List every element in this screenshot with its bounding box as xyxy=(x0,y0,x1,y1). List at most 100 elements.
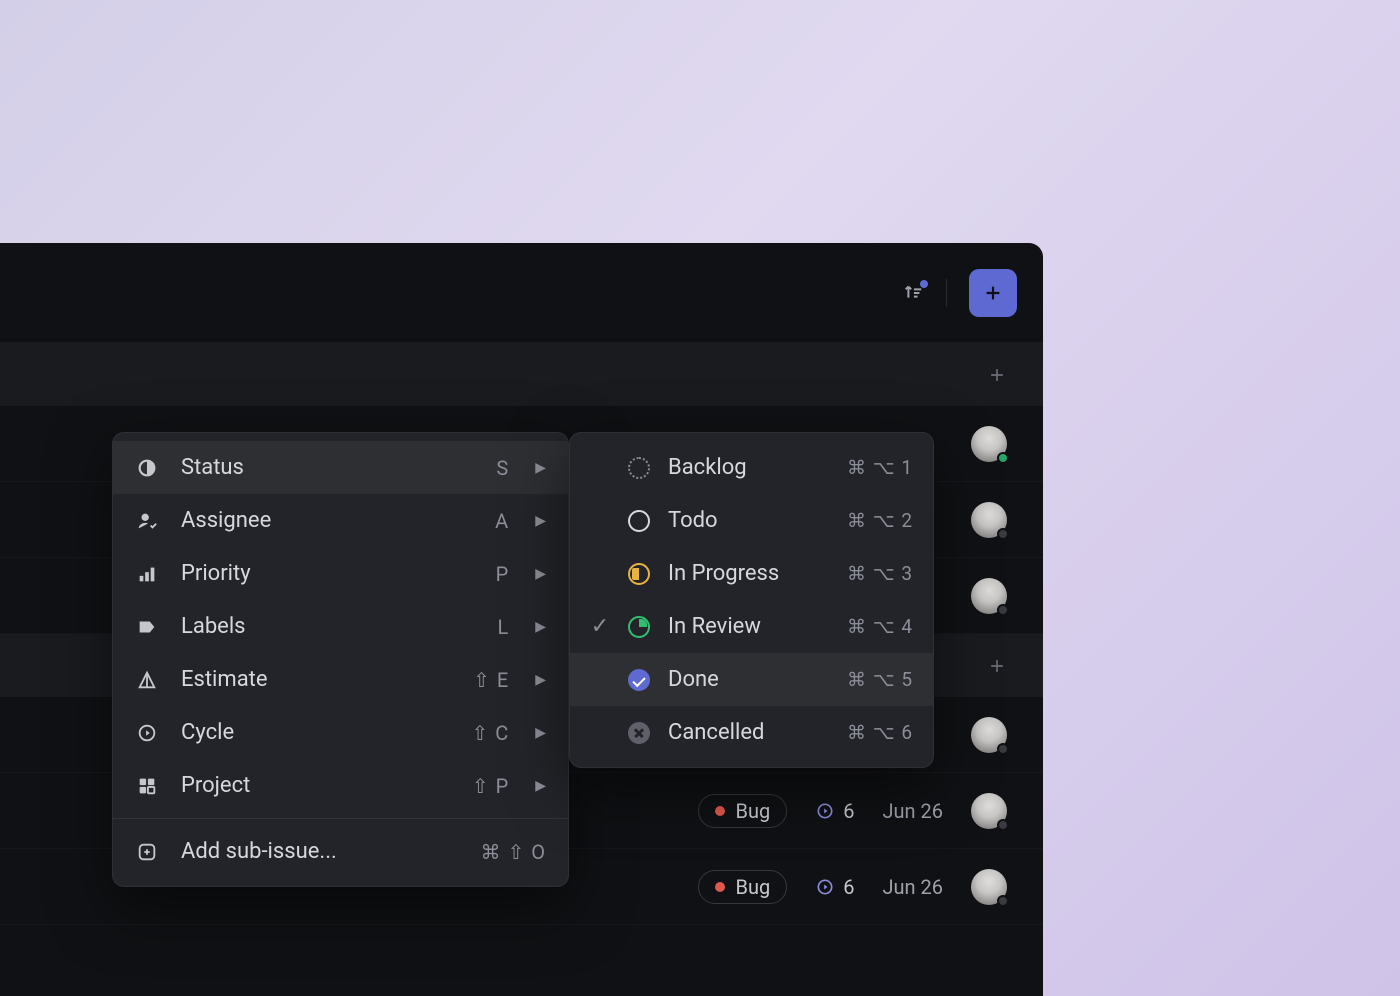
chevron-right-icon: ▶ xyxy=(535,725,546,741)
chevron-right-icon: ▶ xyxy=(535,672,546,688)
status-option-label: Cancelled xyxy=(668,720,829,745)
menu-item-shortcut: ⇧ C xyxy=(471,721,509,745)
menu-item-cycle[interactable]: Cycle ⇧ C ▶ xyxy=(113,706,568,759)
label-tag[interactable]: Bug xyxy=(698,870,787,904)
section-header xyxy=(0,343,1043,406)
assignee-avatar[interactable] xyxy=(971,717,1007,753)
menu-item-shortcut: L xyxy=(497,615,509,639)
status-option-label: Done xyxy=(668,667,829,692)
new-issue-button[interactable] xyxy=(969,269,1017,317)
status-option-label: In Progress xyxy=(668,561,829,586)
menu-item-shortcut: A xyxy=(495,509,509,533)
presence-dot xyxy=(997,604,1009,616)
menu-item-priority[interactable]: Priority P ▶ xyxy=(113,547,568,600)
label-color-dot xyxy=(715,806,725,816)
chevron-right-icon: ▶ xyxy=(535,778,546,794)
status-option-review[interactable]: ✓ In Review ⌘ ⌥ 4 xyxy=(570,600,933,653)
menu-item-label: Estimate xyxy=(181,667,451,692)
cycle-number: 6 xyxy=(843,799,854,823)
label-text: Bug xyxy=(735,875,770,899)
chevron-right-icon: ▶ xyxy=(535,513,546,529)
presence-dot xyxy=(997,452,1009,464)
status-option-shortcut: ⌘ ⌥ 3 xyxy=(847,562,913,585)
menu-item-shortcut: ⌘ ⇧ O xyxy=(481,840,546,864)
menu-item-add-sub-issue[interactable]: Add sub-issue... ⌘ ⇧ O xyxy=(113,825,568,878)
plus-icon xyxy=(982,282,1004,304)
add-issue-to-section[interactable] xyxy=(987,656,1007,676)
status-todo-icon xyxy=(628,510,650,532)
menu-item-shortcut: P xyxy=(496,562,510,586)
indicator-dot xyxy=(920,280,928,288)
sort-button[interactable] xyxy=(902,282,924,304)
menu-item-label: Labels xyxy=(181,614,475,639)
status-option-progress[interactable]: In Progress ⌘ ⌥ 3 xyxy=(570,547,933,600)
check-icon: ✓ xyxy=(590,614,610,639)
status-backlog-icon xyxy=(628,457,650,479)
project-icon xyxy=(135,775,159,797)
status-option-shortcut: ⌘ ⌥ 2 xyxy=(847,509,913,532)
issue-date: Jun 26 xyxy=(882,799,943,823)
presence-dot xyxy=(997,895,1009,907)
menu-item-label: Assignee xyxy=(181,508,473,533)
cycle-icon xyxy=(135,722,159,744)
add-issue-to-section[interactable] xyxy=(987,365,1007,385)
status-option-label: Backlog xyxy=(668,455,829,480)
status-review-icon xyxy=(628,616,650,638)
assignee-avatar[interactable] xyxy=(971,793,1007,829)
toolbar-divider xyxy=(946,279,947,307)
status-option-shortcut: ⌘ ⌥ 6 xyxy=(847,721,913,744)
presence-dot xyxy=(997,819,1009,831)
menu-item-shortcut: ⇧ P xyxy=(472,774,509,798)
status-icon xyxy=(135,457,159,479)
status-option-backlog[interactable]: Backlog ⌘ ⌥ 1 xyxy=(570,441,933,494)
status-option-label: In Review xyxy=(668,614,829,639)
menu-item-labels[interactable]: Labels L ▶ xyxy=(113,600,568,653)
menu-item-label: Add sub-issue... xyxy=(181,839,459,864)
subissue-icon xyxy=(135,841,159,863)
status-option-shortcut: ⌘ ⌥ 4 xyxy=(847,615,913,638)
menu-item-estimate[interactable]: Estimate ⇧ E ▶ xyxy=(113,653,568,706)
cycle-indicator[interactable]: 6 xyxy=(815,799,854,823)
issue-date: Jun 26 xyxy=(882,875,943,899)
toolbar xyxy=(0,243,1043,343)
menu-divider xyxy=(113,818,568,819)
cycle-indicator[interactable]: 6 xyxy=(815,875,854,899)
label-tag[interactable]: Bug xyxy=(698,794,787,828)
status-option-label: Todo xyxy=(668,508,829,533)
presence-dot xyxy=(997,528,1009,540)
status-canceled-icon xyxy=(628,722,650,744)
status-option-shortcut: ⌘ ⌥ 1 xyxy=(847,456,913,479)
menu-item-label: Priority xyxy=(181,561,474,586)
status-progress-icon xyxy=(628,563,650,585)
assignee-avatar[interactable] xyxy=(971,578,1007,614)
menu-item-shortcut: ⇧ E xyxy=(473,668,509,692)
menu-item-label: Project xyxy=(181,773,450,798)
chevron-right-icon: ▶ xyxy=(535,566,546,582)
assignee-avatar[interactable] xyxy=(971,502,1007,538)
assignee-avatar[interactable] xyxy=(971,426,1007,462)
status-done-icon xyxy=(628,669,650,691)
menu-item-shortcut: S xyxy=(496,456,509,480)
assignee-icon xyxy=(135,510,159,532)
menu-item-label: Status xyxy=(181,455,474,480)
chevron-right-icon: ▶ xyxy=(535,619,546,635)
assignee-avatar[interactable] xyxy=(971,869,1007,905)
chevron-right-icon: ▶ xyxy=(535,460,546,476)
menu-item-status[interactable]: Status S ▶ xyxy=(113,441,568,494)
priority-icon xyxy=(135,563,159,585)
status-option-canceled[interactable]: Cancelled ⌘ ⌥ 6 xyxy=(570,706,933,759)
label-text: Bug xyxy=(735,799,770,823)
menu-item-label: Cycle xyxy=(181,720,449,745)
status-option-shortcut: ⌘ ⌥ 5 xyxy=(847,668,913,691)
menu-item-project[interactable]: Project ⇧ P ▶ xyxy=(113,759,568,812)
cycle-number: 6 xyxy=(843,875,854,899)
labels-icon xyxy=(135,616,159,638)
menu-item-assignee[interactable]: Assignee A ▶ xyxy=(113,494,568,547)
status-submenu: Backlog ⌘ ⌥ 1 Todo ⌘ ⌥ 2 In Progress ⌘ ⌥ 3 ✓ In… xyxy=(569,432,934,768)
estimate-icon xyxy=(135,669,159,691)
label-color-dot xyxy=(715,882,725,892)
status-option-todo[interactable]: Todo ⌘ ⌥ 2 xyxy=(570,494,933,547)
context-menu: StatusS▶AssigneeA▶PriorityP▶LabelsL▶Esti… xyxy=(112,432,569,887)
status-option-done[interactable]: Done ⌘ ⌥ 5 xyxy=(570,653,933,706)
presence-dot xyxy=(997,743,1009,755)
